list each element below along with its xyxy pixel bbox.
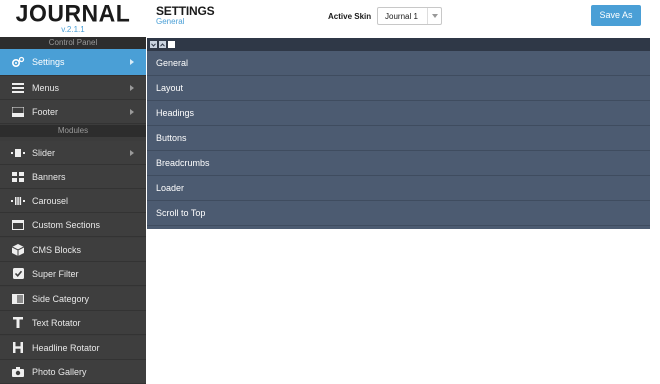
chevron-right-icon	[130, 84, 134, 91]
sidebar-item-banners[interactable]: Banners	[0, 165, 146, 189]
active-skin-select[interactable]: Journal 1	[377, 7, 442, 25]
settings-panel: General Layout Headings Buttons Breadcru…	[147, 38, 650, 229]
save-as-button[interactable]: Save As	[591, 5, 641, 26]
active-skin-label: Active Skin	[328, 12, 372, 21]
sidebar-item-side-category[interactable]: Side Category	[0, 287, 146, 311]
section-heading-modules: Modules	[0, 125, 146, 137]
slider-icon	[11, 147, 25, 159]
sidebar-item-text-rotator[interactable]: Text Rotator	[0, 311, 146, 335]
sidebar-item-label: Footer	[32, 106, 59, 117]
sidebar-item-label: Custom Sections	[32, 219, 101, 230]
sidebar-item-label: Text Rotator	[32, 317, 81, 328]
expand-icon[interactable]	[159, 41, 166, 48]
sidebar-item-label: Side Category	[32, 293, 90, 304]
section-heading-control-panel: Control Panel	[0, 37, 146, 49]
logo: JOURNAL	[15, 0, 131, 27]
sidebar: JOURNAL v.2.1.1 Control Panel Settings M…	[0, 0, 146, 384]
panel-toolbar	[147, 38, 650, 51]
settings-row-headings[interactable]: Headings	[147, 101, 650, 126]
settings-row-general[interactable]: General	[147, 51, 650, 76]
sidebar-item-label: Photo Gallery	[32, 366, 87, 377]
chevron-right-icon	[130, 59, 134, 65]
chevron-down-icon	[427, 8, 441, 24]
settings-row-loader[interactable]: Loader	[147, 176, 650, 201]
sidebar-item-label: Super Filter	[32, 268, 79, 279]
chevron-right-icon	[130, 108, 134, 115]
grid-icon	[11, 171, 25, 183]
sidebar-item-headline-rotator[interactable]: Headline Rotator	[0, 336, 146, 360]
brand: JOURNAL v.2.1.1	[0, 0, 146, 37]
checkbox-icon	[11, 268, 25, 280]
sidebar-item-photo-gallery[interactable]: Photo Gallery	[0, 360, 146, 384]
hamburger-icon	[11, 82, 25, 94]
side-panel-icon	[11, 293, 25, 305]
sidebar-item-carousel[interactable]: Carousel	[0, 189, 146, 213]
heading-icon	[11, 342, 25, 354]
chevron-right-icon	[130, 149, 134, 156]
sidebar-item-label: Banners	[32, 171, 66, 182]
footer-icon	[11, 106, 25, 118]
settings-row-breadcrumbs[interactable]: Breadcrumbs	[147, 151, 650, 176]
sidebar-item-cms-blocks[interactable]: CMS Blocks	[0, 238, 146, 262]
sidebar-item-label: Menus	[32, 82, 60, 93]
sidebar-item-label: Headline Rotator	[32, 342, 100, 353]
sidebar-item-slider[interactable]: Slider	[0, 141, 146, 165]
sidebar-item-settings[interactable]: Settings	[0, 49, 146, 76]
page-title: SETTINGS	[156, 4, 215, 18]
sidebar-item-menus[interactable]: Menus	[0, 76, 146, 100]
sidebar-item-label: CMS Blocks	[32, 244, 82, 255]
cube-icon	[11, 243, 25, 256]
sidebar-item-label: Slider	[32, 147, 56, 158]
sidebar-item-label: Settings	[32, 57, 65, 67]
square-icon[interactable]	[168, 41, 175, 48]
window-icon	[11, 219, 25, 231]
collapse-icon[interactable]	[150, 41, 157, 48]
carousel-icon	[11, 195, 25, 207]
page-subtitle: General	[156, 17, 185, 26]
settings-row-buttons[interactable]: Buttons	[147, 126, 650, 151]
sidebar-item-footer[interactable]: Footer	[0, 100, 146, 124]
header: SETTINGS General Active Skin Journal 1 S…	[146, 0, 660, 37]
text-icon	[11, 317, 25, 329]
sidebar-item-super-filter[interactable]: Super Filter	[0, 262, 146, 286]
sidebar-item-label: Carousel	[32, 195, 69, 206]
sidebar-item-custom-sections[interactable]: Custom Sections	[0, 213, 146, 237]
settings-row-layout[interactable]: Layout	[147, 76, 650, 101]
camera-icon	[11, 366, 25, 378]
settings-row-scroll-to-top[interactable]: Scroll to Top	[147, 201, 650, 226]
skin-select-value: Journal 1	[385, 11, 418, 21]
gears-icon	[11, 56, 25, 68]
